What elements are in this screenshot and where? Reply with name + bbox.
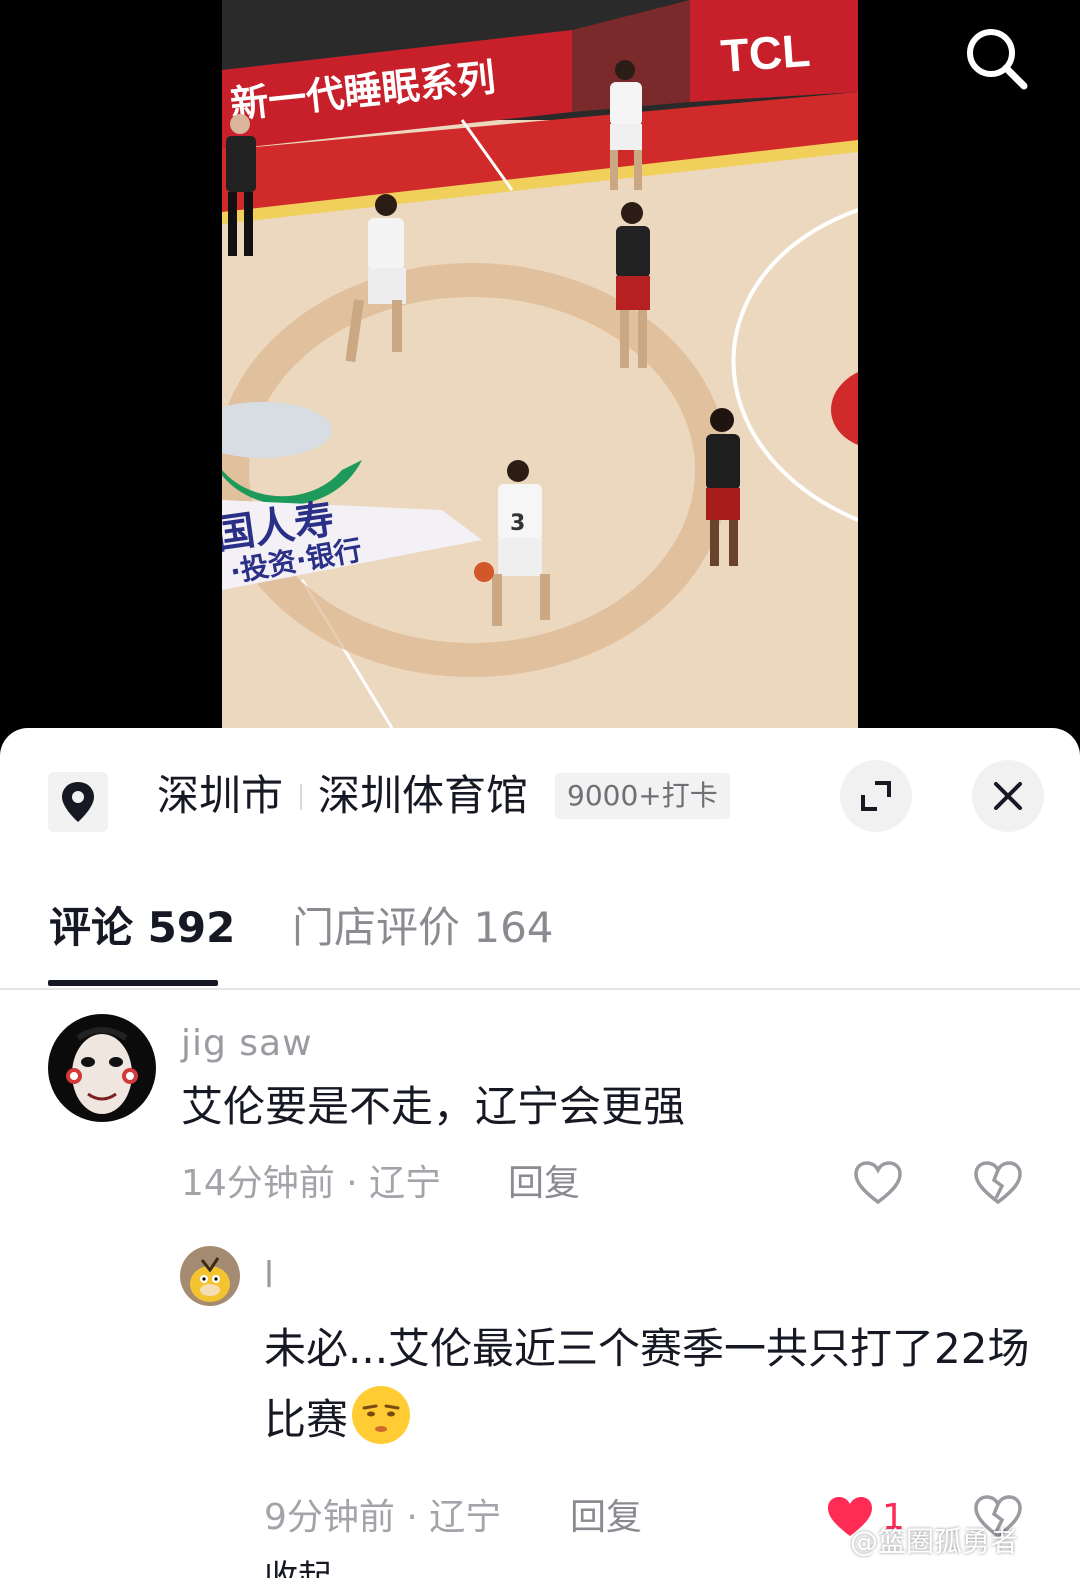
checkin-count-badge: 9000+打卡	[555, 773, 730, 819]
video-player[interactable]: 新一代睡眠系列 TCL 国人寿 ·投资·银行 3	[0, 0, 1080, 728]
search-icon	[967, 29, 1028, 90]
search-button[interactable]	[962, 24, 1032, 94]
tab-comments[interactable]: 评论 592	[49, 900, 235, 956]
comment-meta: 14分钟前 · 辽宁	[181, 1163, 442, 1204]
expand-icon	[861, 781, 891, 811]
reply-button[interactable]: 回复	[508, 1160, 580, 1208]
comment-sheet: 深圳市 深圳体育馆 9000+打卡 评论 592 门店评价 164 jig sa…	[0, 728, 1080, 1578]
avatar[interactable]	[180, 1246, 240, 1306]
watermark: @篮圈孤勇者	[850, 1525, 1019, 1558]
comment-text: 未必...艾伦最近三个赛季一共只打了22场比赛	[264, 1314, 1044, 1455]
comment-text: 艾伦要是不走，辽宁会更强	[181, 1082, 686, 1131]
tab-store-reviews[interactable]: 门店评价 164	[292, 900, 554, 956]
tab-bar: 评论 592 门店评价 164	[0, 878, 1080, 990]
close-icon	[994, 782, 1022, 810]
location-bar[interactable]: 深圳市 深圳体育馆 9000+打卡	[0, 728, 1080, 868]
comment-meta: 9分钟前 · 辽宁	[264, 1497, 502, 1538]
comment-item: jig saw 艾伦要是不走，辽宁会更强 14分钟前 · 辽宁 回复	[0, 1014, 1080, 1224]
location-venue: 深圳体育馆	[318, 771, 529, 820]
duck-avatar	[180, 1246, 240, 1306]
jigsaw-mask-avatar	[48, 1014, 156, 1122]
location-separator	[300, 784, 302, 810]
smirk-emoji-icon	[352, 1386, 411, 1444]
svg-text:3: 3	[510, 511, 525, 536]
reply-comment-item: l 未必...艾伦最近三个赛季一共只打了22场比赛 9分钟前 · 辽宁 回复 1	[0, 1246, 1080, 1546]
video-frame: 新一代睡眠系列 TCL 国人寿 ·投资·银行 3	[222, 0, 858, 728]
reply-button[interactable]: 回复	[570, 1494, 642, 1542]
location-pin-icon	[62, 782, 94, 822]
comment-username[interactable]: jig saw	[181, 1020, 313, 1068]
close-button[interactable]	[972, 760, 1044, 832]
comment-username[interactable]: l	[264, 1252, 274, 1300]
avatar[interactable]	[48, 1014, 156, 1122]
expand-button[interactable]	[840, 760, 912, 832]
like-button[interactable]	[852, 1158, 904, 1210]
location-pin-box	[48, 772, 108, 832]
dislike-button[interactable]	[972, 1158, 1024, 1210]
basketball-court-scene: 新一代睡眠系列 TCL 国人寿 ·投资·银行 3	[222, 0, 858, 728]
broken-heart-icon	[974, 1161, 1022, 1205]
heart-icon	[854, 1161, 902, 1205]
collapse-replies-button[interactable]: 收起	[264, 1550, 332, 1578]
active-tab-indicator	[48, 980, 218, 986]
location-city: 深圳市	[157, 771, 284, 820]
sponsor-logo: TCL	[719, 24, 812, 82]
